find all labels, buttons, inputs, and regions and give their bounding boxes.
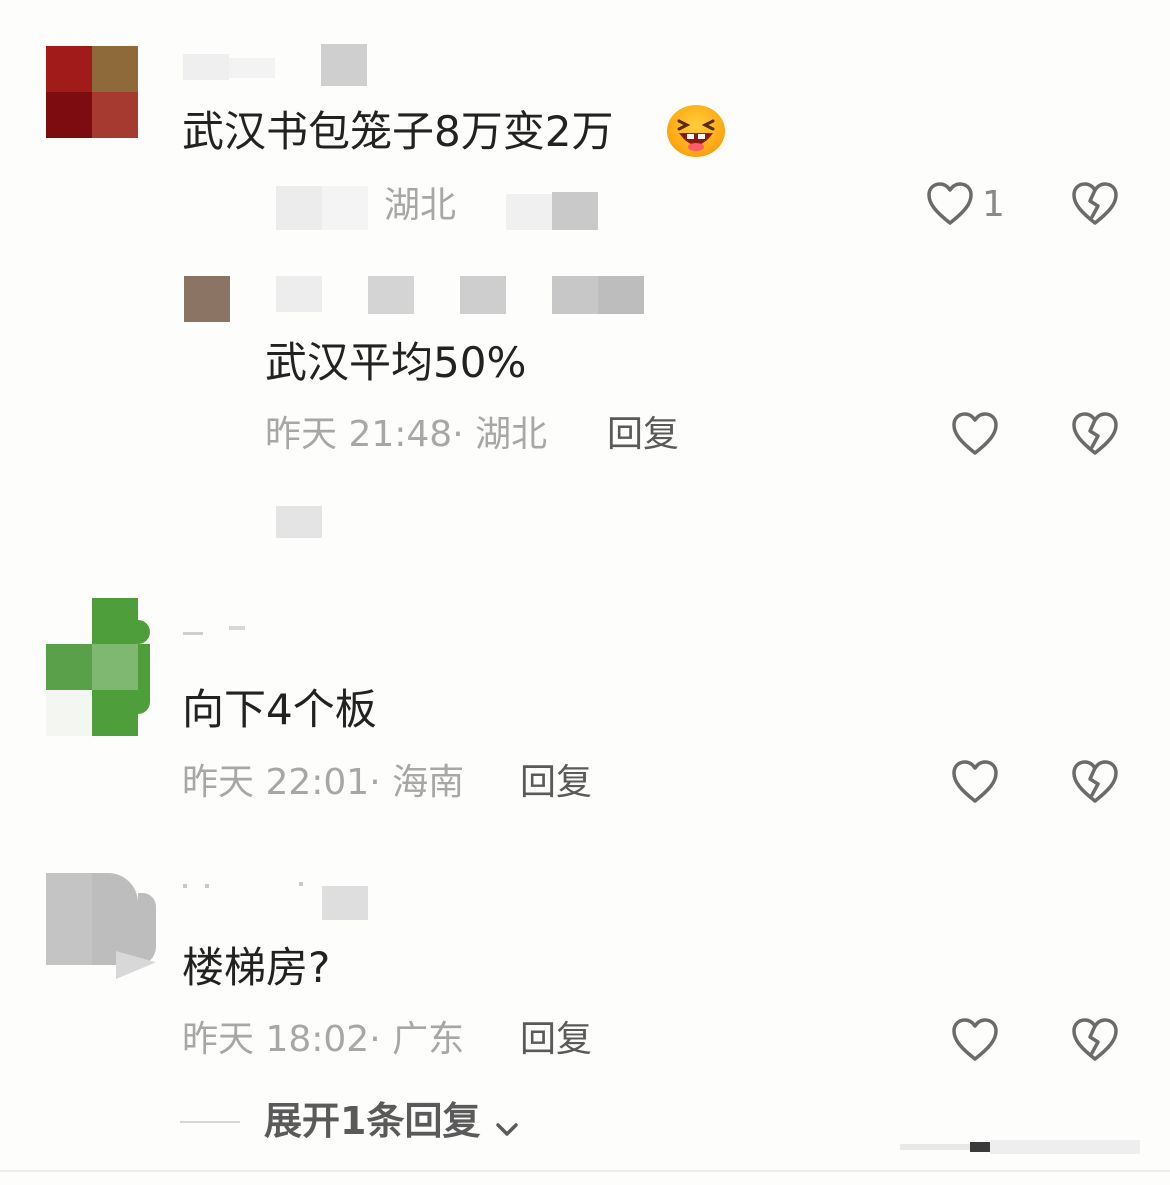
broken-heart-icon	[1072, 182, 1118, 225]
comment-text: 武汉书包笼子8万变2万	[182, 107, 614, 156]
avatar[interactable]	[46, 873, 156, 983]
laughing-emoji-icon	[667, 105, 725, 157]
obscured-link[interactable]	[276, 506, 322, 538]
comment-meta: 昨天 22:01· 海南	[182, 761, 464, 805]
comment-time: 昨天 21:48	[265, 414, 453, 455]
username-obscured[interactable]	[183, 620, 263, 640]
chevron-down-icon	[495, 1122, 518, 1136]
heart-outline-icon	[952, 1018, 998, 1061]
meta-separator: ·	[369, 762, 393, 803]
broken-heart-icon	[1072, 760, 1118, 803]
dislike-button[interactable]	[1071, 759, 1119, 805]
comment-time: 昨天 18:02	[182, 1019, 370, 1060]
reply-button[interactable]: 回复	[607, 413, 679, 457]
like-button[interactable]	[951, 1017, 999, 1063]
broken-heart-icon	[1072, 1018, 1118, 1061]
comment-meta: 昨天 18:02· 广东	[182, 1018, 464, 1062]
comment-text: 楼梯房?	[182, 943, 331, 992]
comment-meta: 昨天 21:48· 湖北	[265, 413, 547, 457]
username-obscured[interactable]	[183, 44, 373, 86]
heart-outline-icon	[927, 182, 973, 225]
dislike-button[interactable]	[1071, 411, 1119, 457]
avatar[interactable]	[46, 46, 138, 138]
username-obscured[interactable]	[183, 880, 373, 920]
bottom-divider	[0, 1170, 1170, 1172]
reply-button[interactable]: 回复	[520, 761, 592, 805]
broken-heart-icon	[1072, 412, 1118, 455]
comment-text: 向下4个板	[182, 685, 377, 734]
watermark-obscured	[900, 1130, 1146, 1160]
heart-outline-icon	[952, 760, 998, 803]
comment-text: 武汉平均50%	[265, 338, 527, 387]
dislike-button[interactable]	[1071, 181, 1119, 227]
comment-location: 海南	[392, 762, 465, 803]
heart-outline-icon	[952, 412, 998, 455]
like-count: 1	[982, 184, 1005, 225]
comment-meta: 湖北	[276, 184, 606, 230]
username-obscured[interactable]	[276, 276, 646, 316]
expand-divider-line	[180, 1121, 240, 1123]
comment-location: 湖北	[384, 185, 457, 226]
avatar[interactable]	[46, 598, 150, 736]
comment-location: 广东	[392, 1019, 465, 1060]
expand-replies-label: 展开1条回复	[264, 1099, 481, 1143]
dislike-button[interactable]	[1071, 1017, 1119, 1063]
like-button[interactable]	[951, 411, 999, 457]
avatar[interactable]	[184, 276, 230, 322]
meta-separator: ·	[452, 414, 476, 455]
comment-location: 湖北	[475, 414, 548, 455]
like-button[interactable]: 1	[926, 181, 1006, 229]
reply-button[interactable]: 回复	[520, 1018, 592, 1062]
comment-time: 昨天 22:01	[182, 762, 370, 803]
expand-replies-button[interactable]: 展开1条回复	[264, 1098, 520, 1148]
meta-separator: ·	[369, 1019, 393, 1060]
like-button[interactable]	[951, 759, 999, 805]
